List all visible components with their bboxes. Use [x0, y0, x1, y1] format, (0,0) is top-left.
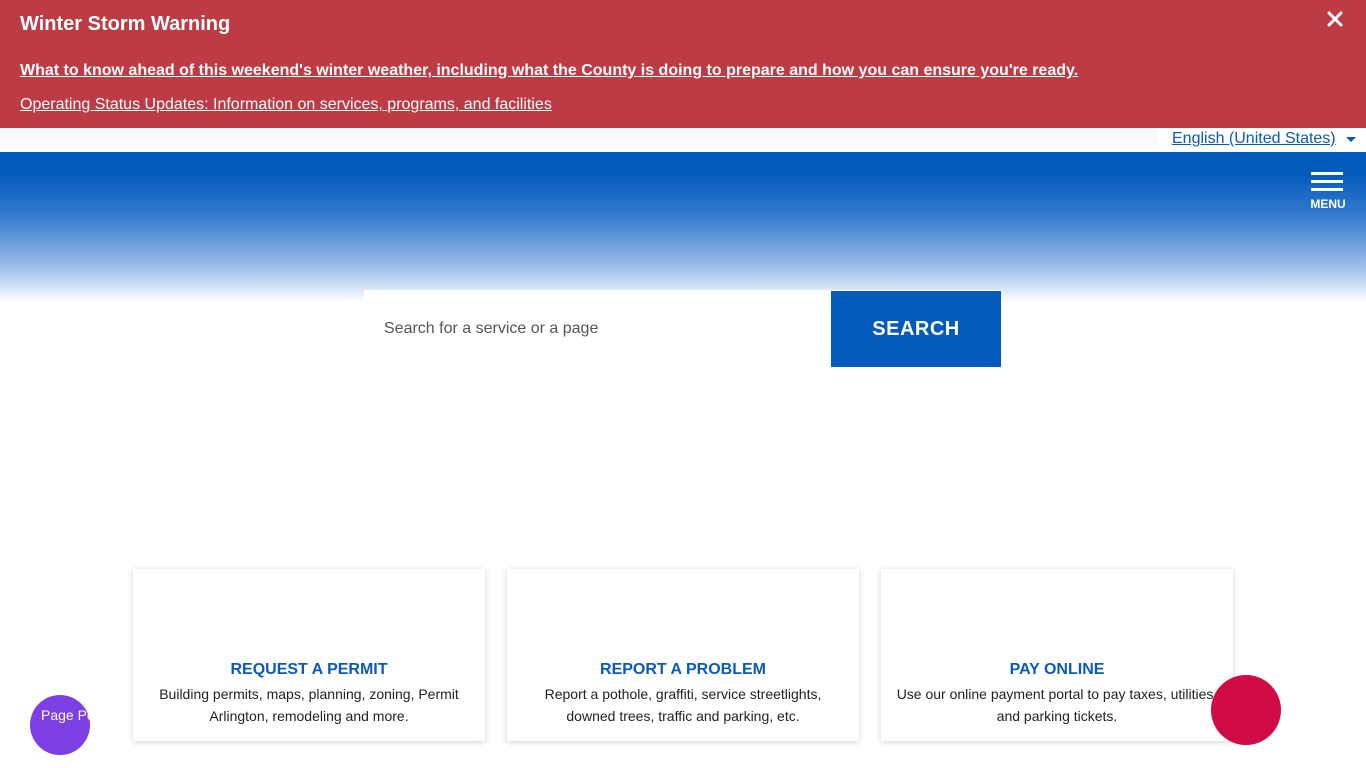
winter-storm-alert: Winter Storm Warning What to know ahead … [0, 0, 1366, 128]
hamburger-icon [1311, 172, 1343, 175]
hamburger-icon-bar [1311, 180, 1343, 183]
card-pay-online[interactable]: PAY ONLINE Use our online payment portal… [881, 569, 1233, 741]
page-personalization-button[interactable]: Page Personalization On [30, 695, 90, 755]
card-title: REQUEST A PERMIT [230, 661, 388, 678]
hero-banner [0, 152, 1366, 302]
search-button[interactable]: SEARCH [831, 291, 1001, 367]
feedback-widget-button[interactable] [1211, 675, 1281, 745]
card-title: REPORT A PROBLEM [600, 661, 766, 678]
menu-label: MENU [1310, 197, 1346, 211]
language-selector[interactable]: English (United States) [1157, 128, 1366, 150]
close-icon[interactable] [1324, 8, 1346, 30]
search-input[interactable] [364, 290, 831, 367]
alert-operating-status-link[interactable]: Operating Status Updates: Information on… [20, 96, 552, 114]
card-request-permit[interactable]: REQUEST A PERMIT Building permits, maps,… [133, 569, 485, 741]
alert-title: Winter Storm Warning [20, 13, 231, 35]
card-report-problem[interactable]: REPORT A PROBLEM Report a pothole, graff… [507, 569, 859, 741]
alert-weather-link[interactable]: What to know ahead of this weekend's win… [20, 62, 1078, 80]
chevron-down-icon [1346, 137, 1356, 142]
personalization-image-alt: Page Personalization On [41, 707, 90, 723]
hamburger-icon-bar [1311, 188, 1343, 191]
site-search: SEARCH [364, 290, 1001, 367]
language-selected-label: English (United States) [1172, 130, 1336, 147]
card-title: PAY ONLINE [1009, 661, 1105, 678]
menu-button[interactable]: MENU [1308, 170, 1348, 214]
card-description: Use our online payment portal to pay tax… [896, 686, 1218, 724]
card-description: Report a pothole, graffiti, service stre… [544, 686, 822, 724]
card-description: Building permits, maps, planning, zoning… [159, 686, 459, 724]
